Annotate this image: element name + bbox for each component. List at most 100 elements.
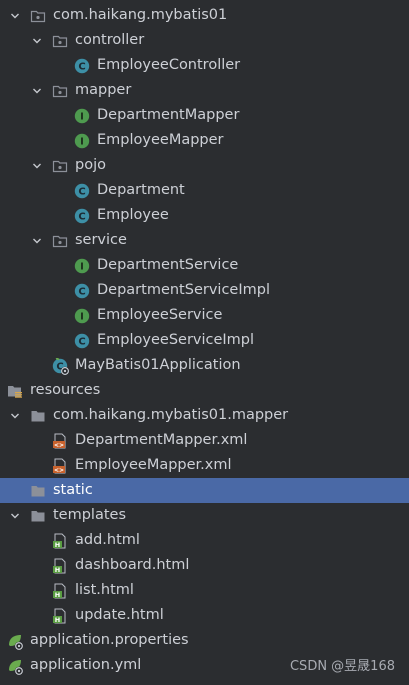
svg-text:<>: <> [54, 442, 64, 449]
package-icon [52, 33, 68, 49]
tree-item-label: com.haikang.mybatis01 [53, 7, 228, 23]
resources-folder-icon [7, 383, 23, 399]
tree-item[interactable]: C DepartmentServiceImpl [0, 278, 409, 303]
project-tree: com.haikang.mybatis01 controller C Employ… [0, 3, 409, 678]
tree-item[interactable]: C EmployeeServiceImpl [0, 328, 409, 353]
tree-item-label: EmployeeMapper.xml [75, 457, 232, 473]
tree-item[interactable]: controller [0, 28, 409, 53]
tree-item[interactable]: static [0, 478, 409, 503]
package-icon [52, 158, 68, 174]
tree-item-label: DepartmentService [97, 257, 239, 273]
html-file-icon: H [52, 583, 68, 599]
tree-item[interactable]: Hdashboard.html [0, 553, 409, 578]
svg-text:H: H [55, 591, 60, 599]
class-icon: C [74, 208, 90, 224]
tree-item[interactable]: I EmployeeMapper [0, 128, 409, 153]
tree-item-label: mapper [75, 82, 132, 98]
interface-icon: I [74, 258, 90, 274]
xml-file-icon: <> [52, 433, 68, 449]
class-icon: C [74, 58, 90, 74]
tree-item[interactable]: <> EmployeeMapper.xml [0, 453, 409, 478]
tree-item[interactable]: Hupdate.html [0, 603, 409, 628]
tree-item-label: list.html [75, 582, 134, 598]
tree-item[interactable]: service [0, 228, 409, 253]
spring-config-file-icon [7, 633, 24, 651]
class-icon: C [74, 333, 90, 349]
tree-item-label: MayBatis01Application [75, 357, 241, 373]
spring-config-file-icon [7, 658, 24, 676]
svg-text:I: I [80, 112, 84, 123]
chevron-down-icon[interactable] [8, 3, 22, 28]
tree-item-label: com.haikang.mybatis01.mapper [53, 407, 289, 423]
chevron-down-icon[interactable] [30, 78, 44, 103]
svg-text:H: H [55, 566, 60, 574]
tree-item[interactable]: Hadd.html [0, 528, 409, 553]
tree-item[interactable]: templates [0, 503, 409, 528]
tree-item-label: service [75, 232, 127, 248]
tree-item-label: DepartmentServiceImpl [97, 282, 270, 298]
svg-text:I: I [80, 137, 84, 148]
chevron-down-icon[interactable] [30, 153, 44, 178]
interface-icon: I [74, 308, 90, 324]
chevron-down-icon[interactable] [30, 28, 44, 53]
tree-item[interactable]: pojo [0, 153, 409, 178]
tree-item[interactable]: com.haikang.mybatis01 [0, 3, 409, 28]
tree-item[interactable]: I EmployeeService [0, 303, 409, 328]
interface-icon: I [74, 133, 90, 149]
tree-item-label: EmployeeMapper [97, 132, 224, 148]
tree-item[interactable]: Hlist.html [0, 578, 409, 603]
tree-item[interactable]: <> DepartmentMapper.xml [0, 428, 409, 453]
svg-text:I: I [80, 262, 84, 273]
svg-text:C: C [78, 287, 85, 298]
interface-icon: I [74, 108, 90, 124]
tree-item[interactable]: C Employee [0, 203, 409, 228]
tree-item-label: EmployeeController [97, 57, 241, 73]
chevron-down-icon[interactable] [30, 228, 44, 253]
tree-item-label: DepartmentMapper.xml [75, 432, 248, 448]
tree-item[interactable]: I DepartmentMapper [0, 103, 409, 128]
class-icon: C [74, 183, 90, 199]
tree-item[interactable]: C MayBatis01Application [0, 353, 409, 378]
tree-item[interactable]: resources [0, 378, 409, 403]
tree-item-label: dashboard.html [75, 557, 190, 573]
html-file-icon: H [52, 558, 68, 574]
tree-item-label: controller [75, 32, 145, 48]
tree-item[interactable]: application.properties [0, 628, 409, 653]
tree-item-label: DepartmentMapper [97, 107, 240, 123]
tree-item-label: resources [30, 382, 101, 398]
tree-item-label: static [53, 482, 93, 498]
package-icon [52, 83, 68, 99]
class-icon: C [74, 283, 90, 299]
tree-item-label: Employee [97, 207, 169, 223]
tree-item[interactable]: mapper [0, 78, 409, 103]
tree-item-label: pojo [75, 157, 106, 173]
package-icon [30, 8, 46, 24]
tree-item[interactable]: C Department [0, 178, 409, 203]
svg-text:C: C [78, 187, 85, 198]
tree-item-label: update.html [75, 607, 164, 623]
tree-item-label: EmployeeService [97, 307, 223, 323]
package-icon [52, 233, 68, 249]
svg-text:C: C [78, 212, 85, 223]
folder-icon [30, 483, 46, 499]
tree-item[interactable]: I DepartmentService [0, 253, 409, 278]
svg-text:C: C [78, 337, 85, 348]
chevron-down-icon[interactable] [8, 503, 22, 528]
chevron-down-icon[interactable] [8, 403, 22, 428]
folder-icon [30, 408, 46, 424]
tree-item[interactable]: C EmployeeController [0, 53, 409, 78]
svg-text:H: H [55, 616, 60, 624]
xml-file-icon: <> [52, 458, 68, 474]
tree-item[interactable]: com.haikang.mybatis01.mapper [0, 403, 409, 428]
tree-item-label: templates [53, 507, 127, 523]
tree-item-label: EmployeeServiceImpl [97, 332, 255, 348]
html-file-icon: H [52, 608, 68, 624]
svg-text:C: C [78, 62, 85, 73]
folder-icon [30, 508, 46, 524]
tree-item-label: application.yml [30, 657, 142, 673]
svg-text:H: H [55, 541, 60, 549]
spring-boot-application-icon: C [52, 357, 70, 376]
tree-item-label: Department [97, 182, 185, 198]
svg-text:I: I [80, 312, 84, 323]
html-file-icon: H [52, 533, 68, 549]
